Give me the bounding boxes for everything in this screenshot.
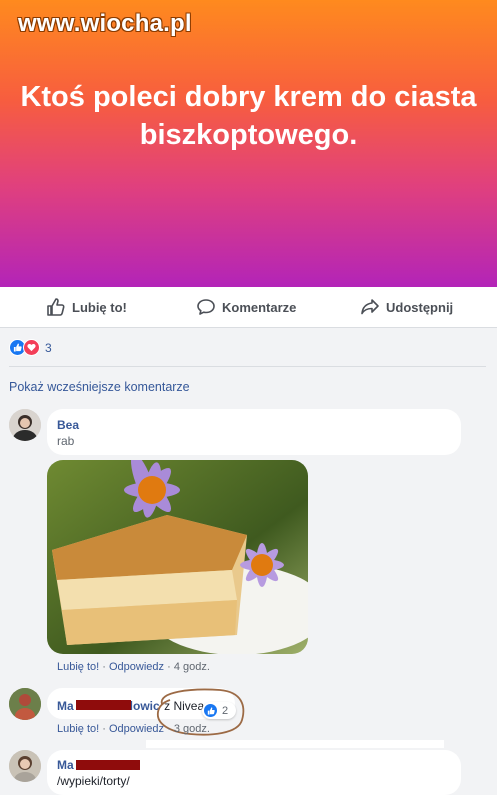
like-label: Lubię to! [72,299,127,315]
watermark: www.wiocha.pl [18,10,192,37]
post-text: Ktoś poleci dobry krem do ciasta biszkop… [20,81,477,151]
redaction [76,700,131,710]
share-icon [361,299,379,315]
reaction-count: 3 [45,340,52,355]
comment-label: Komentarze [222,299,297,315]
comment-reply-link[interactable]: Odpowiedz [109,723,164,735]
comment-reply-link[interactable]: Odpowiedz [109,661,164,673]
share-label: Udostępnij [386,299,454,315]
redaction [84,438,124,447]
comment-time: 3 godz. [173,723,210,735]
divider [9,366,486,367]
comment-meta: Lubię to! · Odpowiedz · 4 godz. [57,661,210,673]
comment-icon [197,299,215,315]
comment-author[interactable]: Ma [57,758,74,772]
avatar[interactable] [9,409,41,441]
comment-time: 4 godz. [173,661,210,673]
comment-text: rab [57,434,75,448]
avatar[interactable] [9,750,41,782]
comment-meta: Lubię to! · Odpowiedz · 3 godz. [57,723,210,735]
love-reaction-icon [23,339,40,356]
like-button[interactable]: Lubię to! [46,287,127,327]
comment-like-link[interactable]: Lubię to! [57,723,99,735]
comment-photo[interactable] [47,460,308,654]
avatar[interactable] [9,688,41,720]
comment-button[interactable]: Komentarze [196,287,296,327]
redaction [76,760,140,770]
cake-photo-image [47,460,308,654]
comment-bubble: Bea rab [47,409,461,455]
comment-text: /wypieki/torty/ [57,774,130,788]
share-button[interactable]: Udostępnij [360,287,453,327]
comment-author-start[interactable]: Ma [57,699,74,713]
reactions-summary[interactable]: 3 [9,339,52,356]
show-more-comments-link[interactable]: Pokaż wcześniejsze komentarze [9,380,190,394]
comment-bubble: Ma /wypieki/torty/ [47,750,461,795]
thumbs-up-icon [47,298,65,316]
action-bar: Lubię to! Komentarze Udostępnij [0,287,497,328]
comment-author[interactable]: Bea [57,418,79,432]
comment-like-link[interactable]: Lubię to! [57,661,99,673]
redaction [146,740,444,748]
